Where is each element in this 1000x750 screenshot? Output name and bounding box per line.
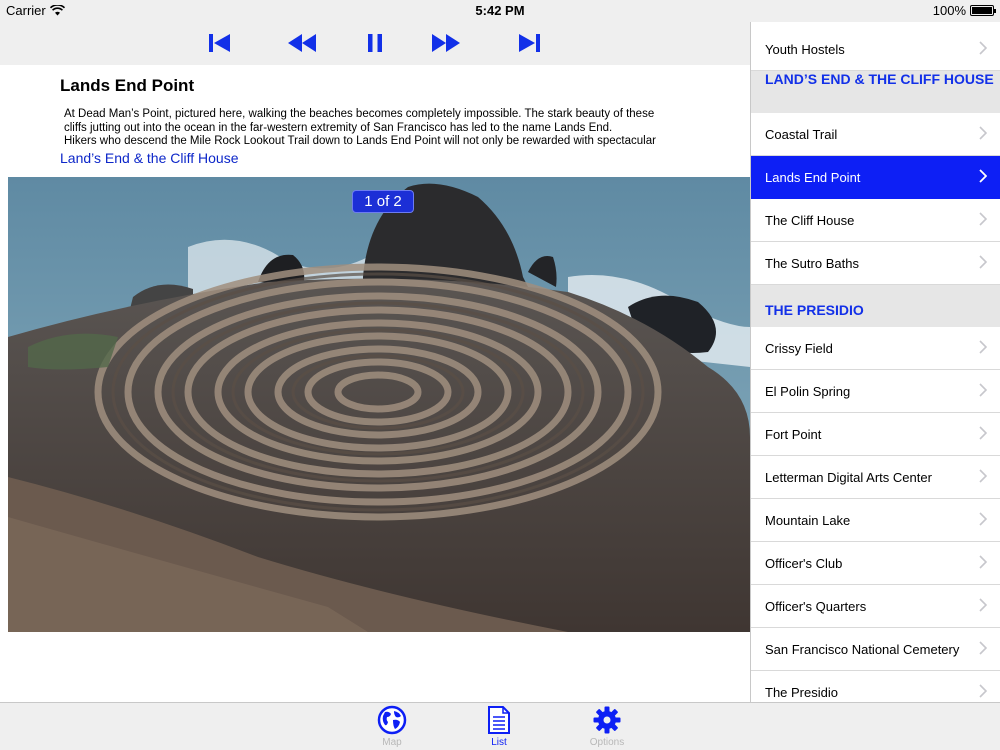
tab-label: Options [589, 737, 625, 748]
skip-back-icon [209, 34, 230, 52]
skip-back-button[interactable] [207, 32, 233, 54]
tab-label: List [491, 737, 507, 748]
status-time: 5:42 PM [475, 3, 525, 18]
rewind-icon [288, 34, 316, 52]
list-item-label: Mountain Lake [765, 513, 851, 528]
chevron-right-icon [979, 169, 987, 183]
list-item[interactable]: Fort Point [751, 413, 1000, 456]
chevron-right-icon [979, 469, 987, 483]
document-icon [488, 706, 510, 734]
gear-icon [593, 706, 621, 734]
chevron-right-icon [979, 255, 987, 269]
list-item[interactable]: The Cliff House [751, 199, 1000, 242]
tab-label: Map [382, 737, 402, 748]
list-item[interactable]: Coastal Trail [751, 113, 1000, 156]
list-item-label: Youth Hostels [765, 42, 845, 57]
page-indicator: 1 of 2 [352, 190, 414, 213]
list-item-label: The Cliff House [765, 213, 855, 228]
description-line: Hikers who descend the Mile Rock Lookout… [64, 135, 656, 147]
list-item-label: El Polin Spring [765, 384, 851, 399]
section-header-label: THE PRESIDIO [765, 302, 864, 318]
detail-pane: Lands End Point At Dead Man’s Point, pic… [0, 22, 750, 702]
list-item[interactable]: The Presidio [751, 671, 1000, 702]
audio-player-bar [0, 22, 750, 65]
battery-icon [970, 5, 996, 16]
battery-percent: 100% [932, 3, 966, 18]
tab-bar: Map List Options [0, 702, 1000, 750]
list-item-label: Coastal Trail [765, 127, 838, 142]
chevron-right-icon [979, 598, 987, 612]
description-line: At Dead Man’s Point, pictured here, walk… [64, 108, 655, 120]
battery-info: 100% [932, 3, 996, 18]
list-item[interactable]: Officer's Quarters [751, 585, 1000, 628]
list-item[interactable]: El Polin Spring [751, 370, 1000, 413]
list-item-label: Officer's Quarters [765, 599, 867, 614]
list-item[interactable]: Letterman Digital Arts Center [751, 456, 1000, 499]
chevron-right-icon [979, 426, 987, 440]
chevron-right-icon [979, 212, 987, 226]
list-item-label: The Presidio [765, 685, 838, 700]
list-item-selected[interactable]: Lands End Point [751, 156, 1000, 199]
chevron-right-icon [979, 555, 987, 569]
fast-forward-button[interactable] [431, 32, 461, 54]
list-item[interactable]: The Sutro Baths [751, 242, 1000, 285]
section-header: LAND’S END & THE CLIFF HOUSE [751, 71, 1000, 113]
section-link[interactable]: Land’s End & the Cliff House [60, 150, 239, 166]
list-item[interactable]: Crissy Field [751, 327, 1000, 370]
rewind-button[interactable] [287, 32, 317, 54]
chevron-right-icon [979, 340, 987, 354]
list-item-label: Crissy Field [765, 341, 833, 356]
skip-forward-button[interactable] [516, 32, 542, 54]
list-item-label: Letterman Digital Arts Center [765, 470, 932, 485]
list-item-label: Fort Point [765, 427, 822, 442]
tab-map[interactable]: Map [362, 705, 422, 748]
chevron-right-icon [979, 684, 987, 698]
list-item[interactable]: Officer's Club [751, 542, 1000, 585]
list-item-label: The Sutro Baths [765, 256, 859, 271]
pause-button[interactable] [362, 32, 388, 54]
labyrinth-photo[interactable] [8, 177, 750, 632]
chevron-right-icon [979, 41, 987, 55]
list-item[interactable]: Mountain Lake [751, 499, 1000, 542]
list-item-label: Officer's Club [765, 556, 843, 571]
pause-icon [368, 34, 382, 52]
skip-forward-icon [519, 34, 540, 52]
description-line: cliffs jutting out into the ocean in the… [64, 121, 613, 134]
chevron-right-icon [979, 126, 987, 140]
chevron-right-icon [979, 383, 987, 397]
fast-forward-icon [432, 34, 460, 52]
tab-options[interactable]: Options [577, 705, 637, 748]
tab-list[interactable]: List [469, 705, 529, 748]
article-title: Lands End Point [60, 76, 195, 95]
globe-icon [377, 705, 407, 735]
article-description: At Dead Man’s Point, pictured here, walk… [64, 108, 704, 149]
list-item-label: Lands End Point [765, 170, 861, 185]
section-header-label: LAND’S END & THE CLIFF HOUSE [765, 71, 994, 87]
list-item[interactable]: Youth Hostels [751, 28, 1000, 71]
list-item-label: San Francisco National Cemetery [765, 642, 960, 657]
status-bar: Carrier 5:42 PM 100% [0, 0, 1000, 22]
section-header: THE PRESIDIO [751, 285, 1000, 327]
list-item[interactable]: San Francisco National Cemetery [751, 628, 1000, 671]
chevron-right-icon [979, 512, 987, 526]
location-list: Youth Hostels LAND’S END & THE CLIFF HOU… [750, 22, 1000, 702]
chevron-right-icon [979, 641, 987, 655]
